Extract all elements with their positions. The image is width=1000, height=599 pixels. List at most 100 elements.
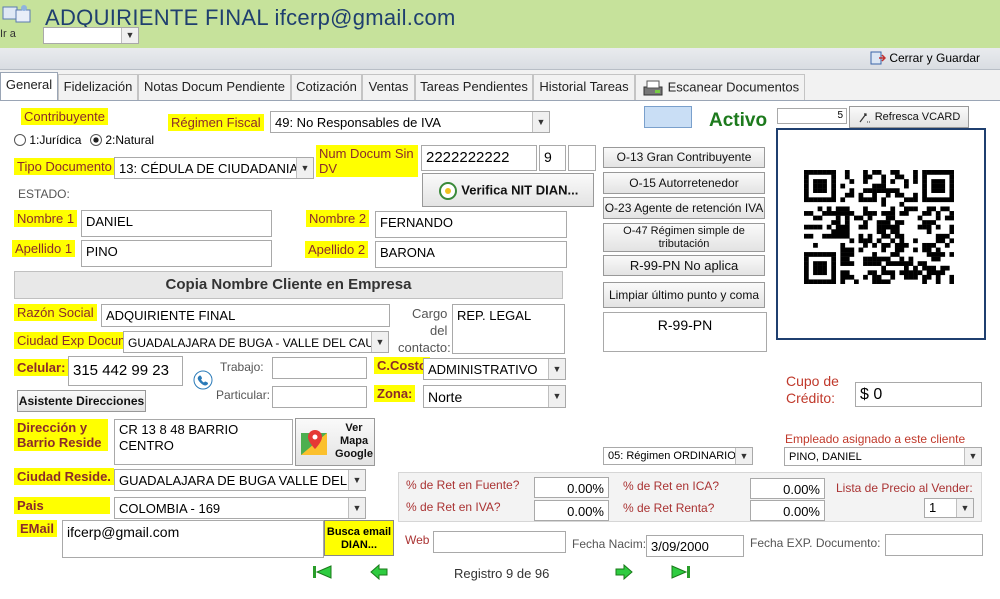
r99-button[interactable]: R-99-PN No aplica (603, 255, 765, 276)
busca-email-button[interactable]: Busca email DIAN... (324, 520, 394, 556)
nombre1-label: Nombre 1 (14, 210, 78, 227)
radio-juridica[interactable]: 1:Jurídica (14, 132, 81, 147)
tab-escanear-documentos[interactable]: Escanear Documentos (635, 74, 805, 100)
ciudad-reside-select[interactable]: GUADALAJARA DE BUGA VALLE DEL CA ▼ (114, 469, 366, 491)
direccion-line-2: CENTRO (119, 438, 174, 453)
ccosto-select[interactable]: ADMINISTRATIVO ▼ (423, 358, 566, 380)
nombre2-label: Nombre 2 (306, 210, 370, 227)
chevron-down-icon: ▼ (548, 386, 565, 407)
radio-natural[interactable]: 2:Natural (90, 132, 154, 147)
ret-fuente-label: % de Ret en Fuente? (406, 478, 520, 492)
color-swatch[interactable] (644, 106, 692, 128)
apellido2-label: Apellido 2 (305, 241, 369, 258)
fecha-nacim-input[interactable]: 3/09/2000 (646, 535, 744, 557)
prev-record-icon[interactable] (369, 563, 389, 581)
cupo-credito-label: Cupo de Crédito: (786, 373, 839, 406)
o13-button[interactable]: O-13 Gran Contribuyente (603, 147, 765, 168)
lista-precio-label: Lista de Precio al Vender: (836, 481, 973, 495)
refresca-vcard-button[interactable]: Refresca VCARD (849, 106, 969, 128)
pais-label: Pais (14, 497, 110, 514)
cupo-credito-input[interactable]: $ 0 (855, 382, 982, 407)
cargo-label-3: contacto: (398, 340, 451, 355)
pais-select[interactable]: COLOMBIA - 169 ▼ (114, 497, 366, 519)
razon-social-input[interactable]: ADQUIRIENTE FINAL (101, 304, 390, 327)
direccion-input[interactable]: CR 13 8 48 BARRIO CENTRO (114, 419, 293, 465)
zona-value: Norte (428, 389, 463, 405)
tab-ventas[interactable]: Ventas (362, 74, 415, 100)
dv-extra-input[interactable] (568, 145, 596, 171)
empleado-select[interactable]: PINO, DANIEL ▼ (784, 447, 982, 466)
celular-label: Celular: (14, 359, 69, 376)
tab-general[interactable]: General (0, 72, 58, 102)
zona-select[interactable]: Norte ▼ (423, 385, 566, 408)
ciudad-reside-value: GUADALAJARA DE BUGA VALLE DEL CA (119, 473, 366, 488)
ret-iva-label: % de Ret en IVA? (406, 500, 501, 514)
google-maps-icon (299, 427, 331, 459)
verifica-nit-button[interactable]: Verifica NIT DIAN... (422, 173, 594, 207)
apellido2-input[interactable]: BARONA (375, 241, 567, 268)
apellido1-label: Apellido 1 (12, 240, 76, 257)
email-input[interactable]: ifcerp@gmail.com (62, 520, 324, 558)
ciudad-exp-select[interactable]: GUADALAJARA DE BUGA - VALLE DEL CAUCA ▼ (123, 331, 389, 353)
radio-natural-label: 2:Natural (105, 132, 155, 147)
empleado-value: PINO, DANIEL (789, 451, 862, 463)
chevron-down-icon: ▼ (532, 112, 549, 132)
o15-button[interactable]: O-15 Autorretenedor (603, 172, 765, 194)
apellido1-input[interactable]: PINO (81, 240, 272, 267)
particular-input[interactable] (272, 386, 367, 408)
ret-fuente-input[interactable]: 0.00% (534, 477, 609, 498)
nombre2-input[interactable]: FERNANDO (375, 211, 567, 238)
tab-tareas-pendientes[interactable]: Tareas Pendientes (415, 74, 533, 100)
regimen-ordinario-select[interactable]: 05: Régimen ORDINARIO ▼ (603, 447, 753, 465)
close-save-button[interactable]: Cerrar y Guardar (870, 50, 980, 68)
next-record-icon[interactable] (614, 563, 634, 581)
trabajo-label: Trabajo: (220, 360, 264, 374)
num-doc-input[interactable]: 2222222222 (421, 145, 537, 171)
o47-button[interactable]: O-47 Régimen simple de tributación (603, 223, 765, 252)
lista-precio-select[interactable]: 1 ▼ (924, 498, 974, 518)
o23-button[interactable]: O-23 Agente de retención IVA (603, 197, 765, 219)
cargo-input[interactable]: REP. LEGAL (452, 304, 565, 354)
vcard-number-input[interactable]: 5 (777, 108, 847, 124)
tab-historial-tareas[interactable]: Historial Tareas (533, 74, 635, 100)
tab-fidelizacion[interactable]: Fidelización (58, 74, 138, 100)
direccion-label: Dirección y Barrio Reside (14, 419, 108, 451)
tipo-documento-value: 13: CÉDULA DE CIUDADANIA (119, 161, 299, 176)
ret-ica-input[interactable]: 0.00% (750, 478, 825, 499)
dv-input[interactable]: 9 (539, 145, 566, 171)
web-input[interactable] (433, 531, 566, 553)
ira-select[interactable]: ▼ (43, 27, 139, 44)
limpiar-button[interactable]: Limpiar último punto y coma (603, 282, 765, 308)
num-doc-label: Num Docum Sin DV (316, 145, 418, 177)
phone-icon[interactable] (193, 370, 213, 390)
tipo-documento-select[interactable]: 13: CÉDULA DE CIUDADANIA ▼ (114, 157, 314, 179)
web-label: Web (405, 533, 430, 547)
chevron-down-icon: ▼ (964, 448, 981, 465)
copia-nombre-button[interactable]: Copia Nombre Cliente en Empresa (14, 271, 563, 299)
asistente-direcciones-button[interactable]: Asistente Direcciones (17, 390, 146, 412)
nombre1-input[interactable]: DANIEL (81, 210, 272, 237)
celular-input[interactable]: 315 442 99 23 (68, 356, 183, 386)
refresh-icon (858, 111, 872, 123)
regimen-ordinario-value: 05: Régimen ORDINARIO (608, 450, 736, 462)
fecha-exp-input[interactable] (885, 534, 983, 556)
tab-cotizacion[interactable]: Cotización (291, 74, 362, 100)
first-record-icon[interactable] (311, 564, 333, 580)
ret-renta-input[interactable]: 0.00% (750, 500, 825, 521)
last-record-icon[interactable] (670, 564, 692, 580)
ver-mapa-google-button[interactable]: Ver Mapa Google (295, 418, 375, 466)
responsabilidad-field[interactable]: R-99-PN (603, 312, 767, 352)
ciudad-reside-label: Ciudad Reside. (14, 468, 114, 485)
radio-icon (14, 133, 26, 146)
toolbar (0, 48, 1000, 70)
zona-label: Zona: (374, 385, 416, 402)
contribuyente-label: Contribuyente (21, 108, 108, 125)
regimen-fiscal-select[interactable]: 49: No Responsables de IVA ▼ (270, 111, 550, 133)
chevron-down-icon: ▼ (548, 359, 565, 379)
ret-iva-input[interactable]: 0.00% (534, 500, 609, 521)
trabajo-input[interactable] (272, 357, 367, 379)
tipo-documento-label: Tipo Documento (14, 158, 115, 175)
chevron-down-icon: ▼ (371, 332, 388, 352)
tab-notas-docum[interactable]: Notas Docum Pendiente (138, 74, 291, 100)
chevron-down-icon: ▼ (348, 498, 365, 518)
